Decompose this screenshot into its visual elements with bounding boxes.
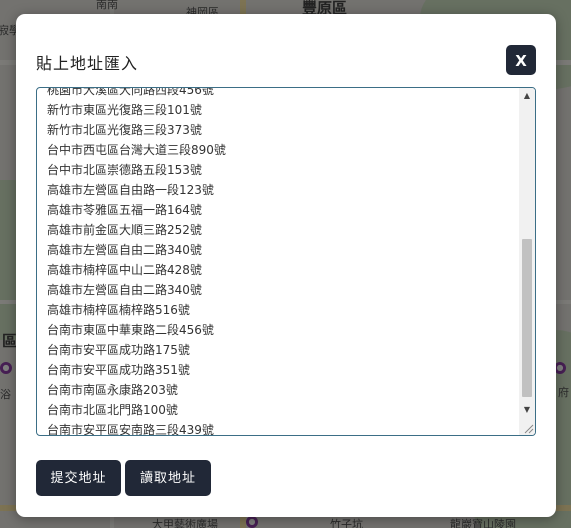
textarea-scrollbar[interactable]: ▲ ▼ xyxy=(519,88,535,435)
address-line: 高雄市左營區自由二路340號 xyxy=(47,243,202,257)
address-line: 台南市安平區安南路三段439號 xyxy=(47,423,214,436)
address-line: 高雄市左營區自由路一段123號 xyxy=(47,183,214,197)
address-line: 高雄市苓雅區五福一路164號 xyxy=(47,203,202,217)
address-line: 高雄市楠梓區楠梓路516號 xyxy=(47,303,190,317)
address-line: 台中市西屯區台灣大道三段890號 xyxy=(47,143,226,157)
address-line: 高雄市左營區自由二路340號 xyxy=(47,283,202,297)
scroll-thumb[interactable] xyxy=(522,239,532,397)
address-line: 桃園市大溪區大同路西段456號 xyxy=(47,87,214,97)
address-line: 台中市北區崇德路五段153號 xyxy=(47,163,202,177)
read-addresses-button[interactable]: 讀取地址 xyxy=(125,460,211,496)
scroll-up-icon[interactable]: ▲ xyxy=(519,88,535,104)
address-line: 高雄市前金區大順三路252號 xyxy=(47,223,202,237)
address-line: 台南市安平區成功路351號 xyxy=(47,363,190,377)
address-line: 台南市北區北門路100號 xyxy=(47,403,178,417)
address-line: 台南市安平區成功路175號 xyxy=(47,343,190,357)
close-button[interactable]: X xyxy=(506,45,536,75)
address-lines: 桃園市大溪區大同路西段456號新竹市東區光復路三段101號 新竹市北區光復路三段3… xyxy=(47,87,517,436)
address-line: 台南市南區永康路203號 xyxy=(47,383,178,397)
address-line: 台南市東區中華東路二段456號 xyxy=(47,323,214,337)
submit-addresses-button[interactable]: 提交地址 xyxy=(36,460,121,496)
address-line: 新竹市東區光復路三段101號 xyxy=(47,103,202,117)
resize-grip-icon[interactable] xyxy=(522,422,534,434)
paste-address-import-dialog: 貼上地址匯入 X 桃園市大溪區大同路西段456號新竹市東區光復路三段101號 新竹… xyxy=(16,14,556,517)
address-line: 新竹市北區光復路三段373號 xyxy=(47,123,202,137)
address-line: 高雄市楠梓區中山二路428號 xyxy=(47,263,202,277)
address-textarea[interactable]: 桃園市大溪區大同路西段456號新竹市東區光復路三段101號 新竹市北區光復路三段3… xyxy=(36,87,536,436)
dialog-title: 貼上地址匯入 xyxy=(36,54,139,73)
scroll-down-icon[interactable]: ▼ xyxy=(519,402,535,418)
